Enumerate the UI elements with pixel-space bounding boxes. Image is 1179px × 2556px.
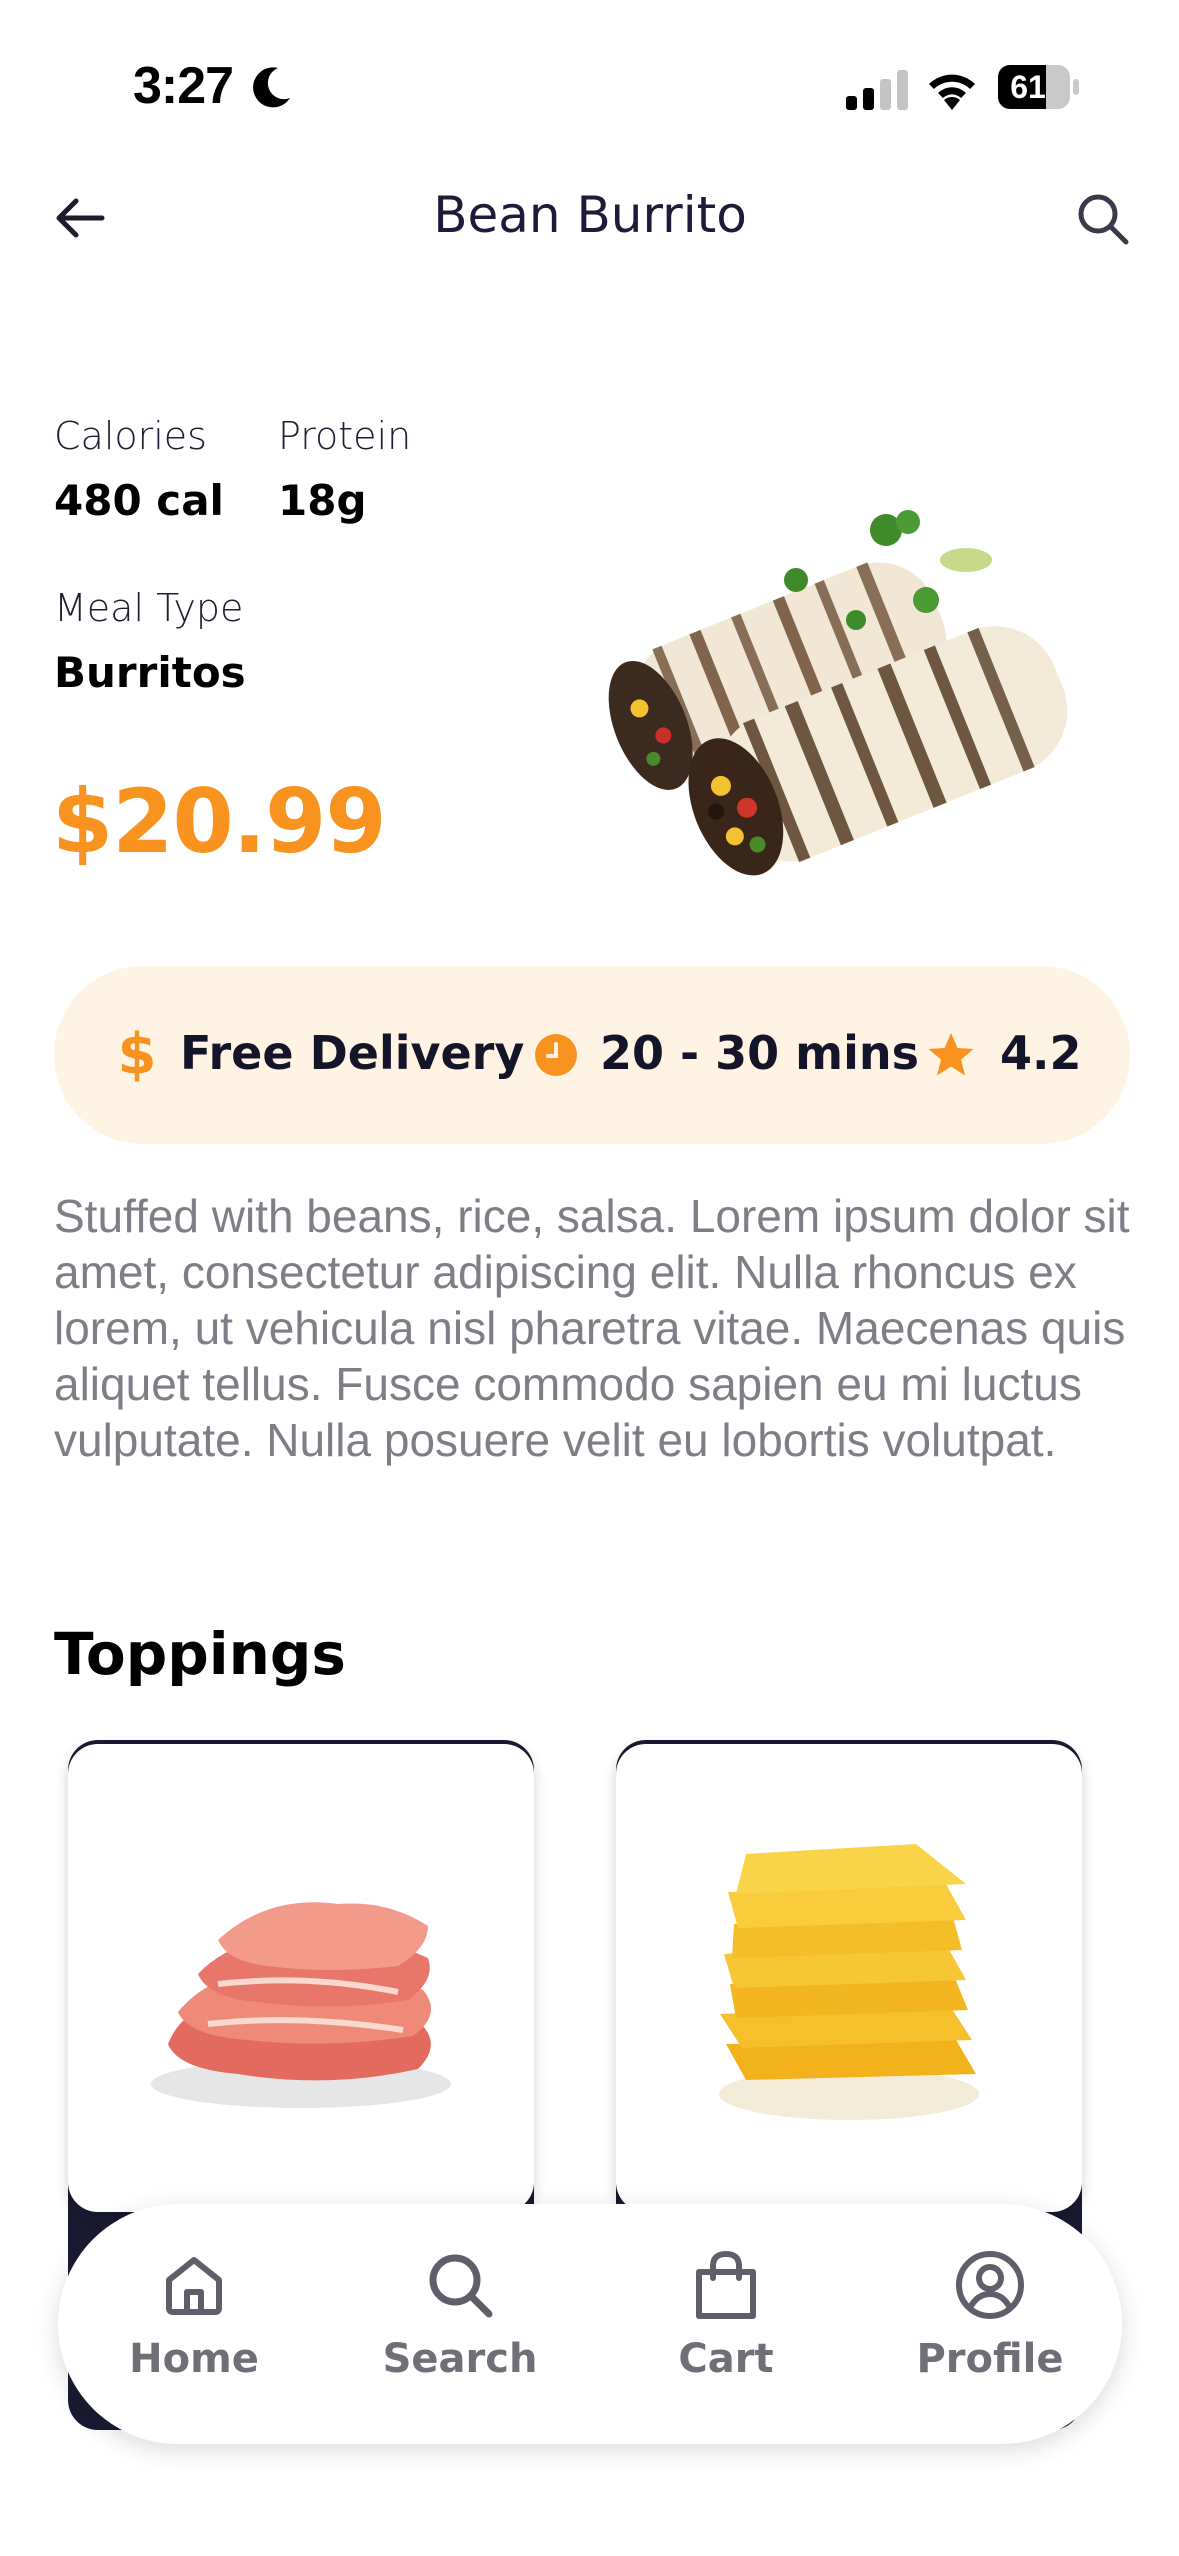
star-icon — [928, 1033, 974, 1076]
protein-value: 18g — [278, 476, 367, 525]
nav-label-profile: Profile — [916, 2336, 1064, 2382]
price: $20.99 — [52, 770, 387, 873]
calories-value: 480 cal — [54, 476, 224, 525]
burrito-image — [608, 510, 1068, 876]
toppings-title: Toppings — [54, 1620, 346, 1688]
ham-slices-image — [151, 1902, 451, 2108]
cheese-slices-image — [719, 1844, 979, 2120]
rating: 4.2 — [1000, 1026, 1082, 1080]
nav-label-search: Search — [382, 2336, 538, 2382]
user-circle-icon — [956, 2251, 1024, 2319]
signal-icon — [846, 70, 908, 110]
dollar-icon: $ — [117, 1022, 157, 1087]
search-icon[interactable] — [1074, 190, 1132, 248]
back-arrow-icon[interactable] — [50, 188, 110, 248]
nav-label-cart: Cart — [678, 2336, 774, 2382]
home-icon — [166, 2257, 222, 2315]
status-bar: 3:27 61 — [0, 0, 1179, 150]
calories-label: Calories — [54, 414, 207, 458]
page-title: Bean Burrito — [433, 186, 747, 244]
clock-icon — [535, 1034, 577, 1076]
moon-icon — [253, 67, 290, 108]
meal-type-label: Meal Type — [54, 586, 244, 630]
meal-type-value: Burritos — [54, 648, 246, 697]
protein-label: Protein — [278, 414, 412, 458]
delivery-time: 20 - 30 mins — [600, 1026, 919, 1080]
nav-home[interactable]: Home — [84, 2248, 304, 2418]
nav-label-home: Home — [129, 2336, 259, 2382]
battery-level: 61 — [1010, 69, 1046, 105]
free-delivery-label: Free Delivery — [180, 1026, 525, 1080]
search-icon — [429, 2254, 493, 2318]
wifi-icon — [929, 74, 975, 110]
topping-card-ham[interactable] — [68, 1744, 534, 2212]
topping-card-cheese[interactable] — [616, 1744, 1082, 2212]
nav-cart[interactable]: Cart — [616, 2248, 836, 2418]
status-time: 3:27 — [133, 57, 234, 115]
description: Stuffed with beans, rice, salsa. Lorem i… — [54, 1190, 1130, 1466]
nav-search[interactable]: Search — [350, 2248, 570, 2418]
bag-icon — [696, 2250, 756, 2319]
nav-profile[interactable]: Profile — [880, 2248, 1100, 2418]
